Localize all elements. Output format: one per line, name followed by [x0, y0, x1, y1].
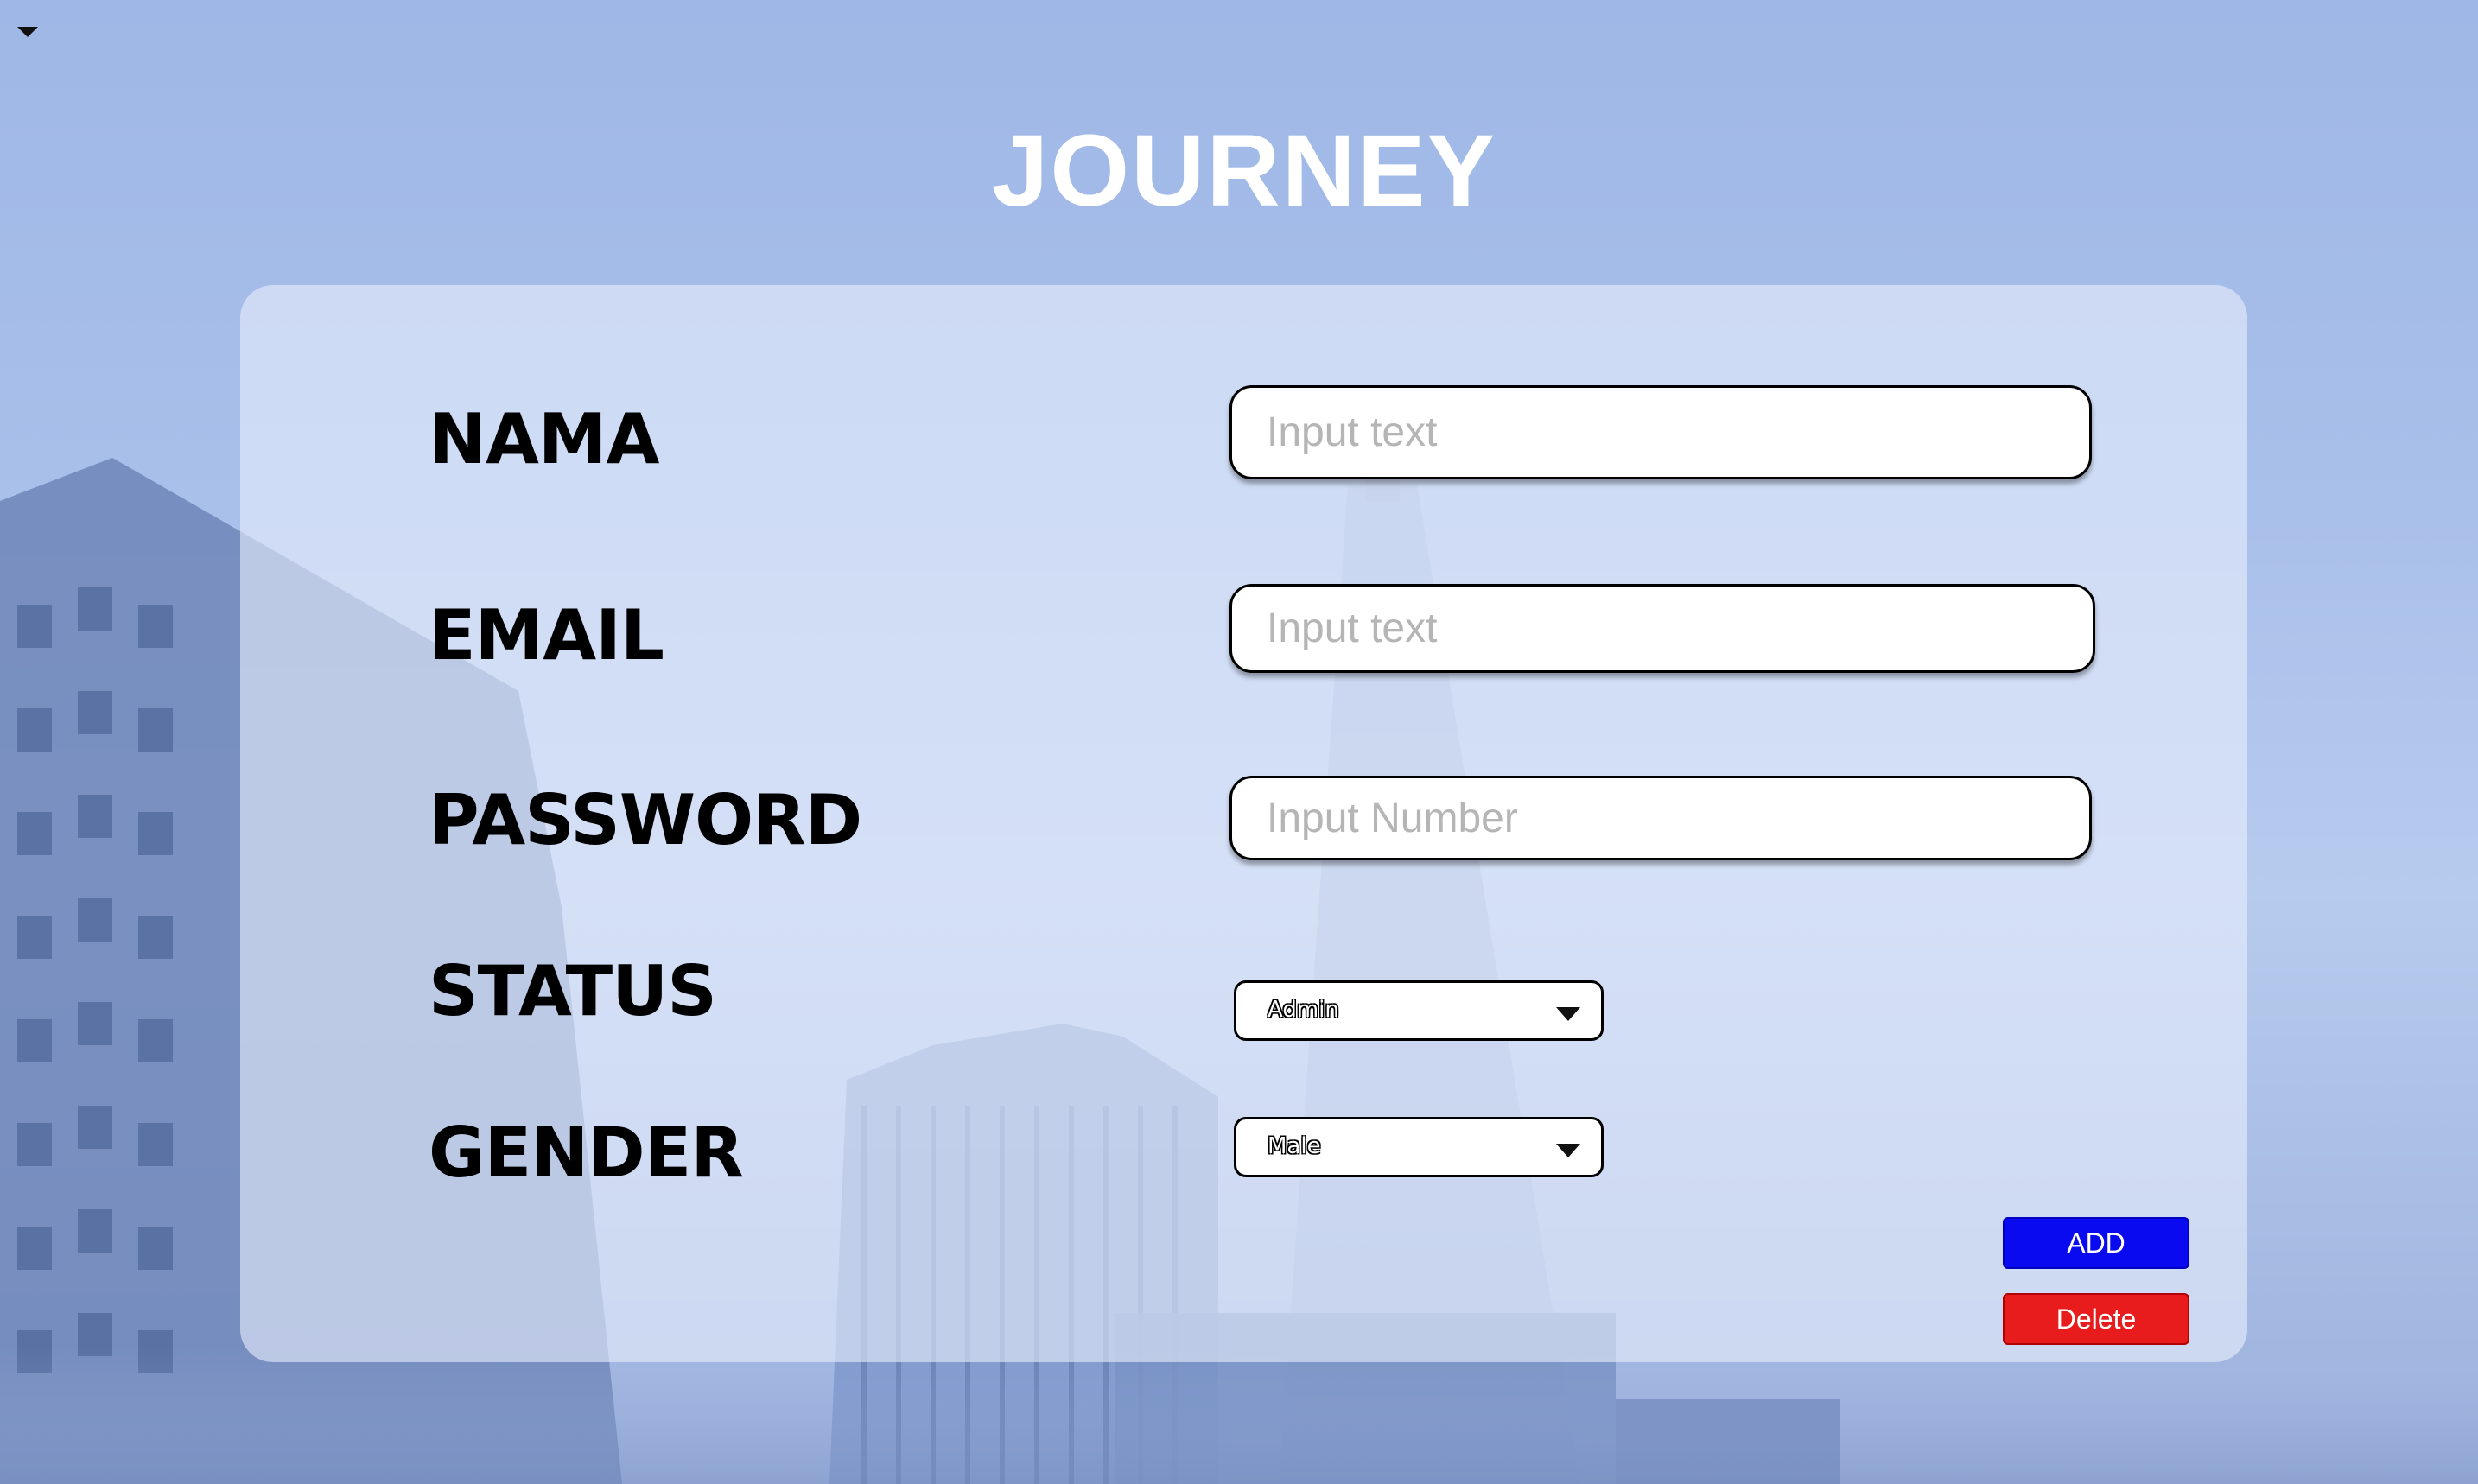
gender-select[interactable]: Male: [1234, 1117, 1604, 1177]
password-label: PASSWORD: [429, 780, 862, 860]
email-label: EMAIL: [429, 595, 664, 675]
delete-button[interactable]: Delete: [2003, 1293, 2189, 1345]
gender-label: GENDER: [429, 1113, 744, 1193]
page: JOURNEY NAMA EMAIL PASSWORD STATUS Admin…: [0, 0, 2478, 1484]
page-title: JOURNEY: [991, 114, 1497, 228]
status-select[interactable]: Admin: [1234, 980, 1604, 1041]
email-input[interactable]: [1229, 584, 2095, 673]
nama-input[interactable]: [1229, 385, 2092, 479]
menu-toggle-caret-icon[interactable]: [16, 24, 40, 40]
add-button[interactable]: ADD: [2003, 1217, 2189, 1269]
password-input[interactable]: [1229, 776, 2092, 860]
status-label: STATUS: [429, 951, 717, 1031]
gender-selected-value: Male: [1268, 1133, 1321, 1159]
nama-label: NAMA: [429, 399, 659, 479]
chevron-down-icon: [1556, 1144, 1580, 1157]
chevron-down-icon: [1556, 1007, 1580, 1021]
status-selected-value: Admin: [1268, 997, 1339, 1023]
